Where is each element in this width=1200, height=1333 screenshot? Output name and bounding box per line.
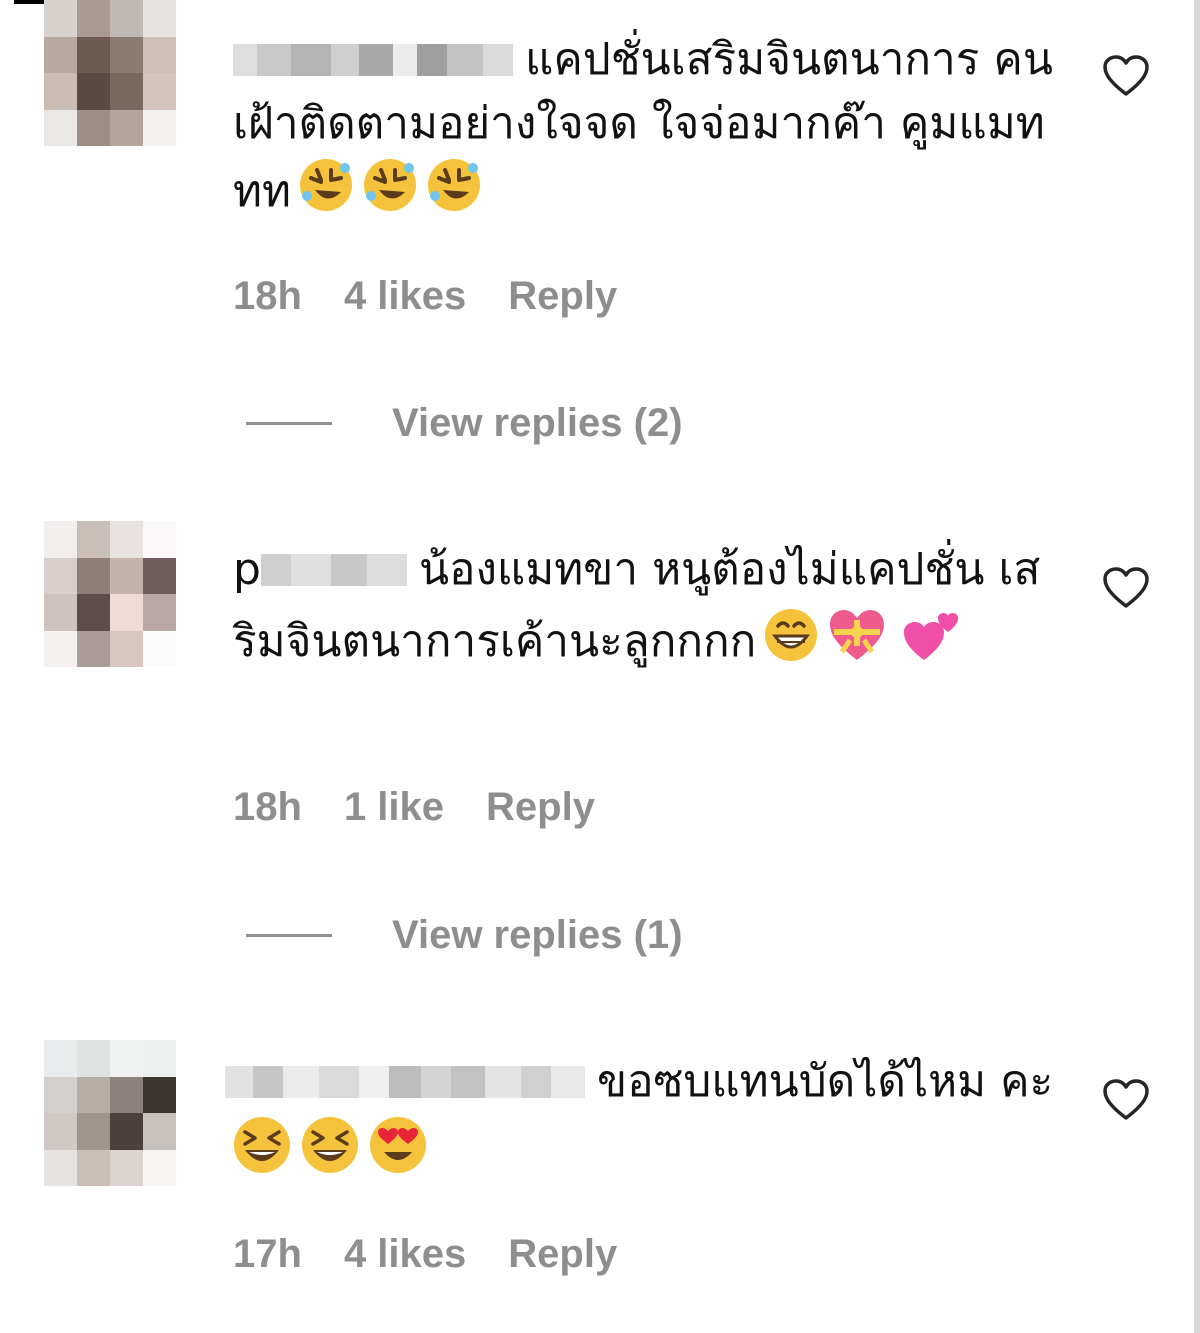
username-redacted[interactable]: [260, 554, 407, 586]
rolling-on-floor-laughing-emoji: [361, 156, 419, 232]
comment-text-continued: คะ: [1000, 1056, 1054, 1107]
comment-text-line-1: แคปชั่นเสริมจินตนาการ: [525, 34, 980, 85]
view-replies-label[interactable]: View replies (1): [392, 913, 683, 958]
comment-meta: 17h 4 likes Reply: [233, 1232, 659, 1277]
like-heart-icon[interactable]: [1102, 54, 1150, 98]
username-redacted[interactable]: [233, 44, 513, 76]
avatar[interactable]: [44, 521, 176, 667]
like-count[interactable]: 4 likes: [344, 1232, 466, 1276]
comment-text-line-1: น้องแมทขา หนูต้องไม่แคปชั่น: [418, 544, 985, 595]
reply-button[interactable]: Reply: [508, 274, 617, 318]
like-heart-icon[interactable]: [1102, 1078, 1150, 1122]
divider-line: [246, 933, 332, 937]
divider-line: [246, 421, 332, 425]
comment-meta: 18h 4 likes Reply: [233, 274, 659, 319]
comment-meta: 18h 1 like Reply: [233, 785, 637, 830]
avatar[interactable]: [44, 0, 176, 146]
like-count[interactable]: 4 likes: [344, 274, 466, 318]
username-redacted[interactable]: [225, 1066, 585, 1098]
scrollbar-track[interactable]: [1194, 0, 1200, 1333]
comment-body: p น้องแมทขา หนูต้องไม่แคปชั่น เสริมจินตน…: [233, 538, 1063, 682]
rolling-on-floor-laughing-emoji: [297, 156, 355, 232]
reply-button[interactable]: Reply: [508, 1232, 617, 1276]
comment-body: ขอซบแทนบัดได้ไหม คะ: [225, 1050, 1055, 1194]
avatar[interactable]: [44, 1040, 176, 1186]
grinning-squinting-face-emoji: [231, 1114, 293, 1194]
comment-timestamp: 17h: [233, 1232, 302, 1276]
grinning-squinting-face-emoji: [299, 1114, 361, 1194]
rolling-on-floor-laughing-emoji: [425, 156, 483, 232]
grinning-face-emoji: [762, 606, 820, 682]
view-replies-button[interactable]: View replies (1): [246, 910, 683, 960]
reply-button[interactable]: Reply: [486, 785, 595, 829]
comment-timestamp: 18h: [233, 785, 302, 829]
heart-with-ribbon-emoji: [826, 606, 888, 682]
comment-text-line-1: ขอซบแทนบัดได้ไหม: [597, 1056, 987, 1107]
two-hearts-emoji: [902, 602, 964, 682]
username-visible-char[interactable]: p: [233, 544, 261, 595]
like-heart-icon[interactable]: [1102, 566, 1150, 610]
comment-body: แคปชั่นเสริมจินตนาการ คนเฝ้าติดตามอย่างใ…: [233, 28, 1063, 232]
comment-timestamp: 18h: [233, 274, 302, 318]
like-count[interactable]: 1 like: [344, 785, 444, 829]
view-replies-button[interactable]: View replies (2): [246, 398, 683, 448]
view-replies-label[interactable]: View replies (2): [392, 401, 683, 446]
heart-eyes-face-emoji: [367, 1114, 429, 1194]
